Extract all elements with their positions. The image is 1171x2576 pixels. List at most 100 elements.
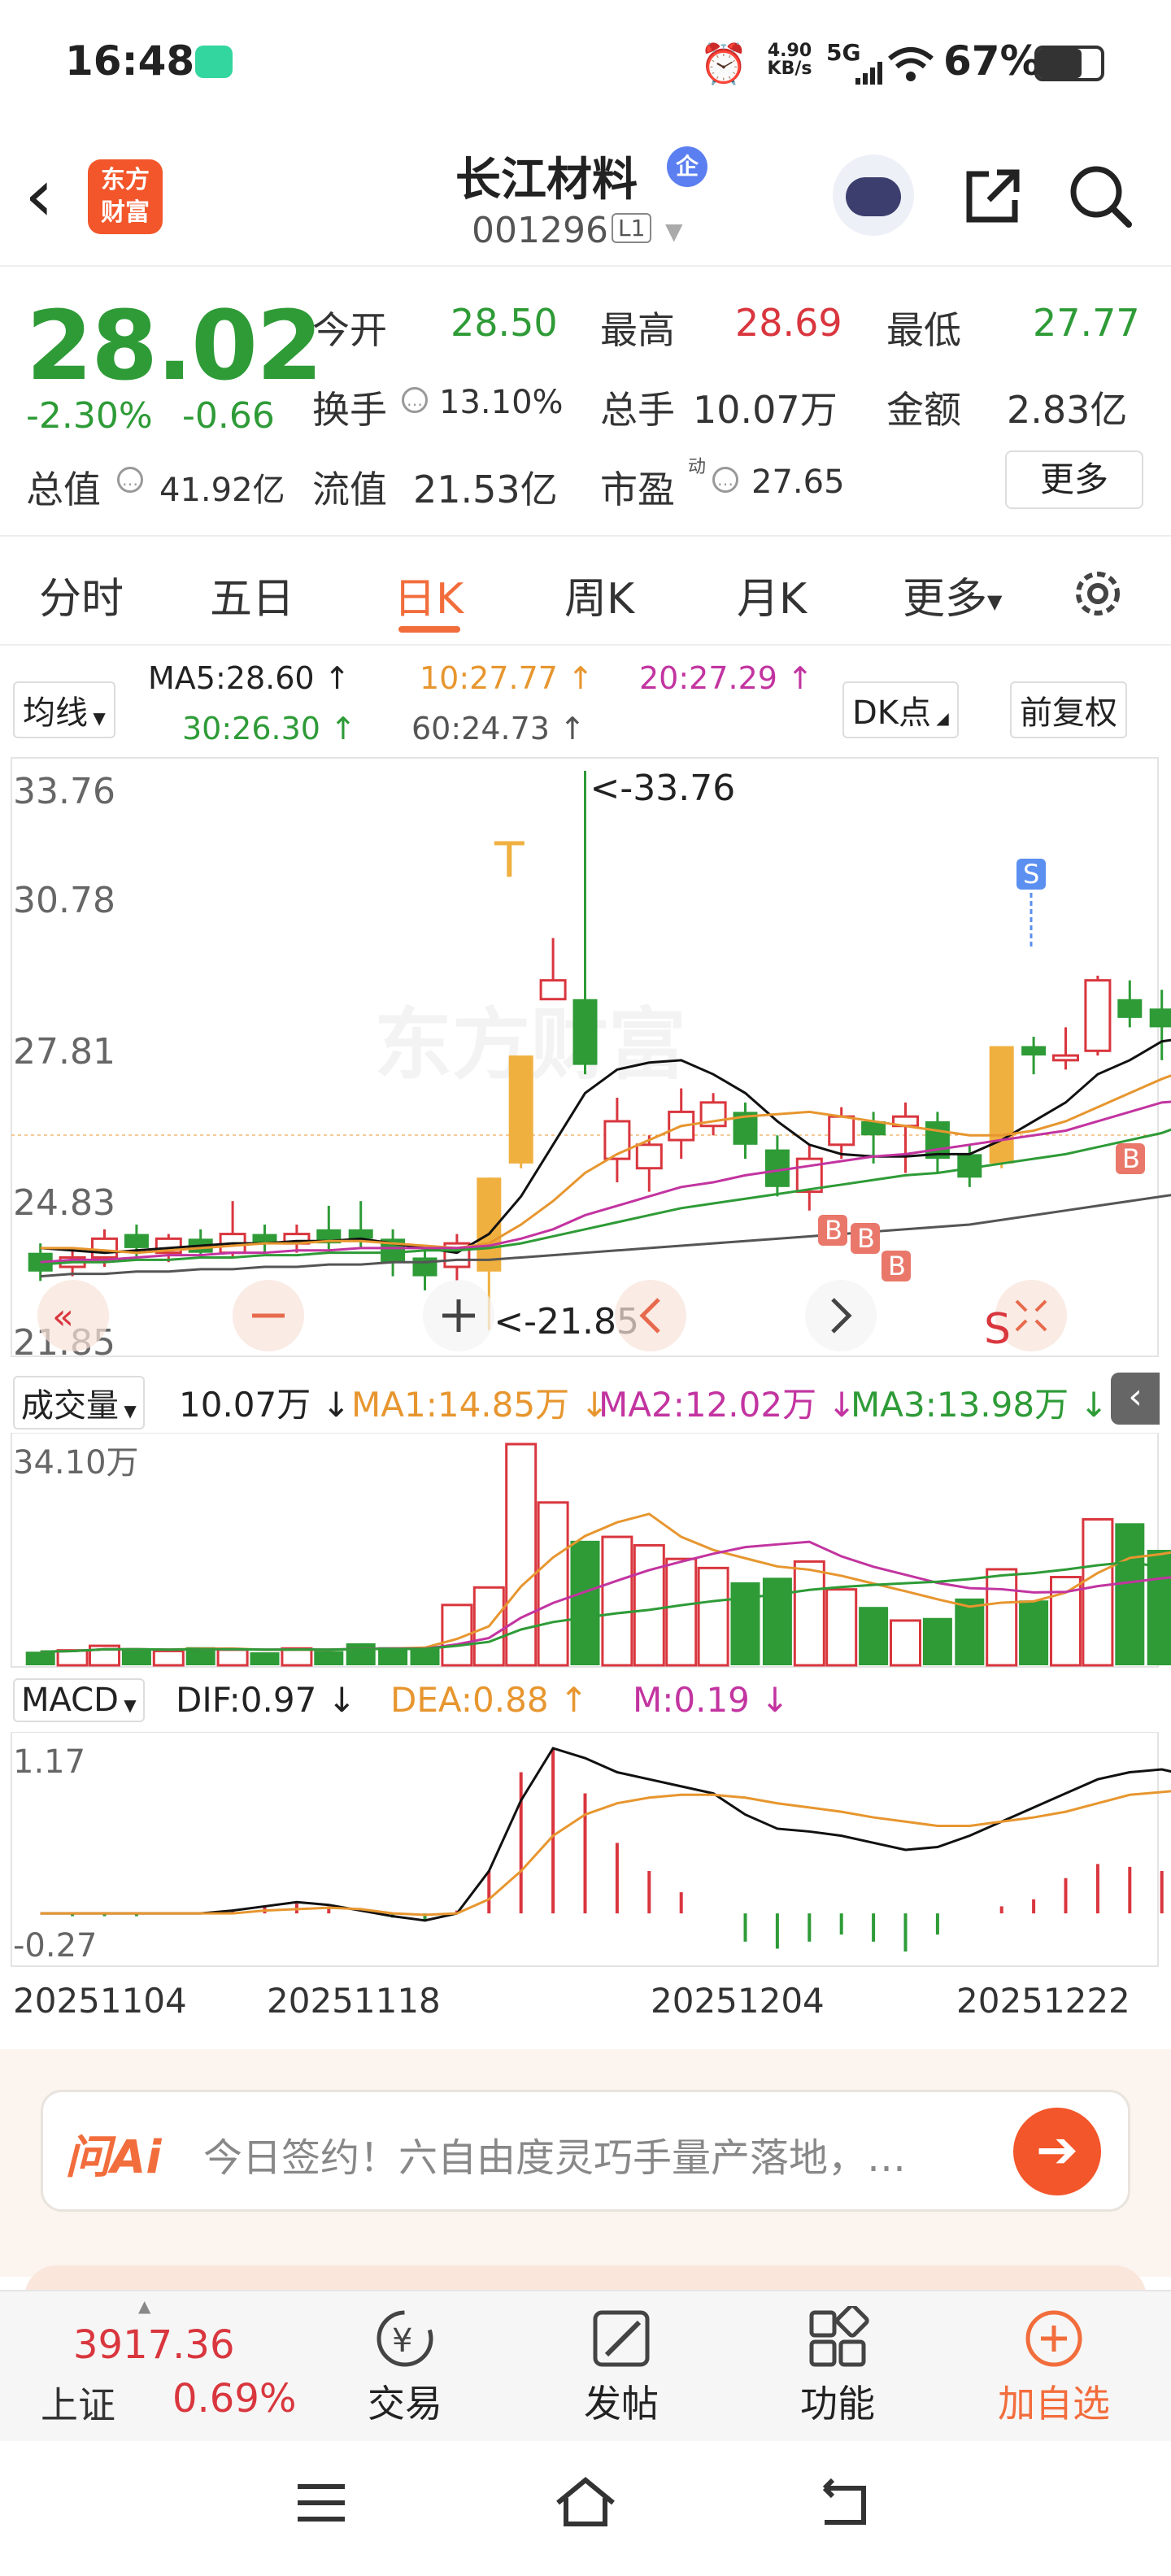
volume-selector-label: 成交量: [21, 1387, 119, 1425]
prev-button[interactable]: [615, 1280, 686, 1351]
date-tick: 20251204: [651, 1981, 825, 2021]
next-button[interactable]: [805, 1280, 877, 1351]
level-badge: L1: [612, 213, 652, 243]
date-axis: 20251104 20251118 20251204 20251222: [0, 1968, 1171, 2033]
buy-signal-label: B: [1122, 1143, 1140, 1174]
y-tick: 33.76: [13, 771, 115, 812]
search-icon[interactable]: [1062, 158, 1138, 234]
vol-ma1: MA1:14.85万 ↓: [351, 1385, 609, 1425]
tab-intraday[interactable]: 分时: [39, 564, 124, 625]
turnover-label: 换手: [312, 388, 387, 432]
volume-bar: [121, 1649, 151, 1665]
nav-functions-label: 功能: [800, 2382, 875, 2426]
info-icon[interactable]: …: [402, 387, 428, 413]
buy-signal[interactable]: B: [818, 1215, 847, 1246]
indicator-selector[interactable]: 均线 ▼: [13, 681, 115, 738]
candle-body: [1084, 979, 1112, 1052]
sell-signal[interactable]: S: [1016, 859, 1046, 950]
candle-body: [412, 1257, 437, 1277]
nav-trade[interactable]: ¥ 交易: [340, 2306, 470, 2428]
back-nav-icon[interactable]: [813, 2475, 875, 2529]
macd-chart[interactable]: 1.17 -0.27: [0, 1732, 1171, 1968]
volume-bar: [537, 1501, 569, 1667]
tab-daily-k[interactable]: 日K: [394, 564, 464, 625]
volume-bar: [314, 1651, 344, 1665]
home-icon[interactable]: [551, 2474, 620, 2530]
zoom-out-button[interactable]: [233, 1280, 304, 1351]
buy-signal[interactable]: B: [851, 1223, 880, 1254]
tab-weekly-k[interactable]: 周K: [564, 564, 634, 625]
svg-text:¥: ¥: [392, 2322, 412, 2360]
arrow-right-icon[interactable]: ➔: [1013, 2108, 1101, 2195]
volume-bar: [601, 1535, 633, 1667]
high-label: 最高: [600, 308, 675, 352]
volume-bar: [56, 1649, 89, 1667]
ma60-value: 60:24.73 ↑: [411, 711, 586, 746]
date-tick: 20251104: [13, 1981, 187, 2021]
candle-body: [1117, 999, 1143, 1018]
volume-bar: [570, 1540, 600, 1665]
trade-icon: ¥: [377, 2310, 433, 2367]
more-button[interactable]: 更多: [1005, 450, 1143, 509]
volume-bar: [859, 1607, 889, 1665]
nav-post[interactable]: 发帖: [556, 2306, 686, 2428]
sell-signal-label: S: [1023, 859, 1039, 890]
volume-chart[interactable]: 34.10万: [0, 1433, 1171, 1669]
high-value: 28.69: [735, 301, 842, 345]
tab-monthly-k[interactable]: 月K: [737, 564, 807, 625]
tab-more[interactable]: 更多▼: [903, 564, 1002, 625]
caret-down-icon[interactable]: ▼: [665, 218, 683, 245]
volume-indicator-selector[interactable]: 成交量 ▼: [13, 1376, 145, 1429]
kline-chart[interactable]: 东方财富 33.76 30.78 27.81 24.83 21.85 <-33.…: [0, 755, 1171, 1364]
info-icon[interactable]: …: [117, 467, 143, 493]
buy-signal[interactable]: B: [882, 1251, 911, 1281]
mktcap-label: 总值: [26, 468, 101, 511]
turnover-value: 13.10%: [439, 384, 564, 421]
float-value: 21.53亿: [413, 468, 558, 511]
tab-active-indicator: [398, 626, 460, 633]
volume-bar: [1019, 1600, 1049, 1665]
volume-bar: [346, 1643, 376, 1665]
macd-y-min: -0.27: [13, 1927, 98, 1965]
macd-indicator-selector[interactable]: MACD ▼: [13, 1678, 145, 1722]
eastmoney-logo[interactable]: 东方 财富: [88, 159, 163, 234]
edit-icon: [593, 2310, 650, 2367]
adjust-button[interactable]: 前复权: [1010, 681, 1127, 738]
volume-bar: [250, 1652, 280, 1665]
nav-functions[interactable]: 功能: [773, 2304, 903, 2428]
gear-icon[interactable]: [1065, 561, 1130, 626]
candle-body: [572, 999, 598, 1065]
ai-prompt-text[interactable]: 今日签约！六自由度灵巧手量产落地，…: [203, 2126, 1000, 2182]
system-nav-bar: [0, 2441, 1171, 2576]
index-value[interactable]: 3917.36: [73, 2322, 235, 2368]
dk-points-button[interactable]: DK点 ◢: [842, 681, 959, 738]
zoom-in-button[interactable]: [423, 1280, 494, 1351]
index-change: 0.69%: [172, 2376, 297, 2422]
info-icon[interactable]: …: [712, 467, 738, 493]
index-name: 上证: [41, 2383, 115, 2427]
tab-more-label: 更多: [903, 575, 988, 624]
share-icon[interactable]: [956, 159, 1030, 233]
buy-signal[interactable]: B: [1116, 1143, 1145, 1174]
y-tick: 24.83: [13, 1182, 115, 1224]
dk-points-label: DK点: [852, 694, 932, 732]
volume-bar: [793, 1560, 825, 1667]
scroll-left-button[interactable]: «: [37, 1280, 109, 1351]
nav-add-watchlist[interactable]: 加自选: [989, 2306, 1119, 2428]
volume-value: 10.07万: [693, 388, 838, 432]
robot-face-icon: [846, 177, 901, 216]
tab-five-day[interactable]: 五日: [210, 564, 294, 625]
buy-signal-label: B: [825, 1215, 842, 1246]
volume-label: 总手: [600, 388, 675, 432]
indicator-selector-label: 均线: [23, 694, 88, 732]
ma20-value: 20:27.29 ↑: [639, 660, 813, 696]
volume-bar: [955, 1598, 985, 1665]
candle-body: [1021, 1046, 1047, 1056]
collapse-panel-button[interactable]: ‹: [1111, 1373, 1160, 1425]
wifi-icon: [888, 47, 934, 81]
back-button[interactable]: ‹: [24, 159, 54, 233]
fullscreen-button[interactable]: S: [984, 1280, 1067, 1354]
stock-code[interactable]: 001296: [472, 210, 608, 251]
candle-body: [1149, 1008, 1171, 1028]
menu-icon[interactable]: [293, 2478, 350, 2527]
